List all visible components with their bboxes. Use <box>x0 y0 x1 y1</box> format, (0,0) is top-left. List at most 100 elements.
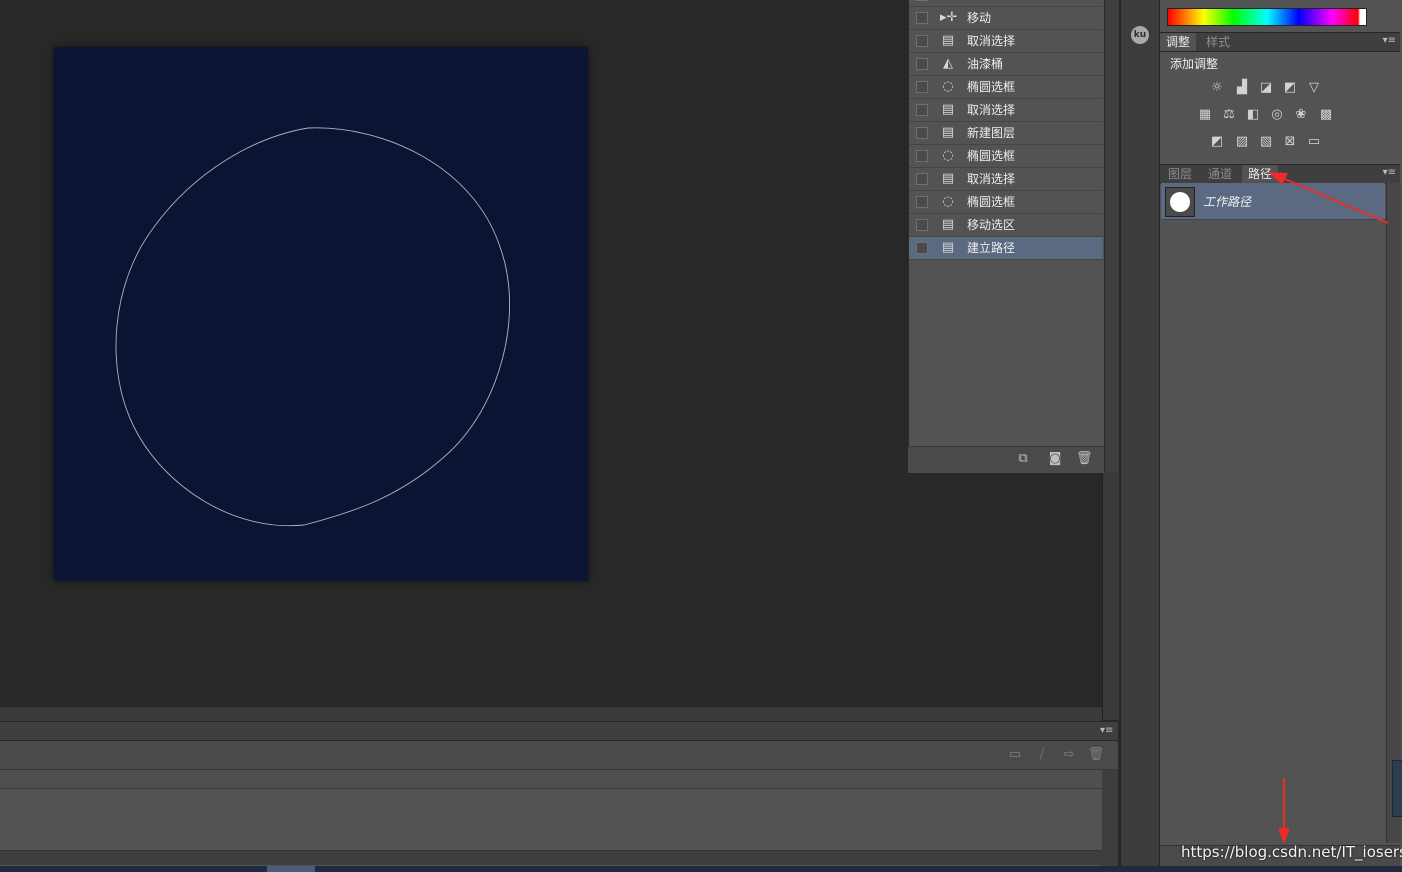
photo-filter-icon[interactable]: ◎ <box>1268 107 1286 123</box>
curves-icon[interactable]: ◪ <box>1257 80 1275 96</box>
history-item-label: 椭圆选框 <box>967 149 1016 163</box>
history-item[interactable]: ◭ 油漆桶 <box>909 53 1103 76</box>
history-item-label: 取消选择 <box>967 34 1016 48</box>
link-off-icon[interactable]: ⧸ <box>1033 747 1051 763</box>
taskbar-strip <box>0 866 1402 872</box>
exposure-icon[interactable]: ◩ <box>1281 80 1299 96</box>
annotation-arrow-to-paths-tab <box>1268 172 1389 224</box>
document-icon: ▤ <box>941 102 955 117</box>
panel-menu-icon[interactable]: ▾≡ <box>1100 725 1113 736</box>
history-snapshot-checkbox[interactable] <box>916 196 928 208</box>
history-item-label: 取消选择 <box>967 103 1016 117</box>
tab-styles[interactable]: 样式 <box>1200 33 1236 51</box>
tab-channels[interactable]: 通道 <box>1202 165 1238 183</box>
collapsed-panel-dock <box>1120 0 1160 866</box>
ellipse-marquee-icon: ◌ <box>942 79 954 94</box>
ellipse-marquee-icon: ◌ <box>940 0 956 3</box>
timeline-toolbar <box>0 741 1118 770</box>
history-item-label: 建立路径 <box>967 241 1016 255</box>
history-snapshot-checkbox[interactable] <box>916 12 928 24</box>
history-item[interactable]: ▤ 取消选择 <box>909 30 1103 53</box>
history-snapshot-checkbox[interactable] <box>916 0 928 1</box>
history-item-partial[interactable]: ◌ <box>909 0 1103 7</box>
levels-icon[interactable]: ▟ <box>1233 80 1251 96</box>
black-white-icon[interactable]: ◧ <box>1244 107 1262 123</box>
timeline-row[interactable] <box>0 770 1118 789</box>
history-item[interactable]: ◌ 椭圆选框 <box>909 76 1103 99</box>
timeline-header <box>0 722 1118 741</box>
trash-icon[interactable]: 🗑 <box>1076 451 1093 467</box>
channel-mixer-icon[interactable]: ❀ <box>1292 107 1310 123</box>
adjustments-tabbar: 调整 样式 ▾≡ <box>1160 32 1400 52</box>
tab-adjustments[interactable]: 调整 <box>1160 33 1197 51</box>
selective-color-icon[interactable]: ⊠ <box>1281 134 1299 150</box>
history-snapshot-checkbox[interactable] <box>916 81 928 93</box>
frame-icon[interactable]: ▭ <box>1006 747 1024 763</box>
color-balance-icon[interactable]: ⚖ <box>1220 107 1238 123</box>
convert-icon[interactable]: ⇨ <box>1060 747 1078 763</box>
trash-icon[interactable]: 🗑 <box>1087 747 1105 763</box>
history-panel: ◌ ▸✛ 移动 ▤ 取消选择 ◭ 油漆桶 ◌ 椭圆选框 ▤ 取消选择 ▤ 新建图… <box>908 0 1106 472</box>
history-item-label: 移动选区 <box>967 218 1016 232</box>
ellipse-marquee-icon: ◌ <box>942 194 954 209</box>
tab-layers[interactable]: 图层 <box>1162 165 1198 183</box>
invert-icon[interactable]: ◩ <box>1208 134 1226 150</box>
history-snapshot-checkbox[interactable] <box>916 173 928 185</box>
document-icon: ▤ <box>941 217 955 232</box>
history-snapshot-checkbox[interactable] <box>916 58 928 70</box>
workspace-horizontal-scrollbar[interactable] <box>0 706 1102 721</box>
add-adjustment-title: 添加调整 <box>1170 57 1219 71</box>
history-item-label: 移动 <box>967 11 992 25</box>
panel-menu-icon[interactable]: ▾≡ <box>1383 35 1396 46</box>
history-snapshot-checkbox[interactable] <box>916 127 928 139</box>
color-spectrum-bar[interactable] <box>1167 8 1367 26</box>
paths-vertical-scrollbar[interactable] <box>1386 183 1401 843</box>
history-item[interactable]: ▤ 取消选择 <box>909 99 1103 122</box>
document-icon: ▤ <box>941 33 955 48</box>
history-item-label: 新建图层 <box>967 126 1016 140</box>
history-item-label: 椭圆选框 <box>967 195 1016 209</box>
threshold-icon[interactable]: ▧ <box>1257 134 1275 150</box>
history-snapshot-checkbox[interactable] <box>916 104 928 116</box>
timeline-horizontal-scrollbar[interactable] <box>0 850 1102 865</box>
history-item[interactable]: ▸✛ 移动 <box>909 7 1103 30</box>
history-snapshot-checkbox[interactable] <box>916 219 928 231</box>
history-snapshot-checkbox[interactable] <box>916 242 928 254</box>
gradient-map-icon[interactable]: ▭ <box>1305 134 1323 150</box>
history-item[interactable]: ▤ 移动选区 <box>909 214 1103 237</box>
history-item-label: 油漆桶 <box>967 57 1004 71</box>
history-footer: ⧉ ◙ 🗑 <box>908 446 1104 473</box>
color-lookup-icon[interactable]: ▩ <box>1317 107 1335 123</box>
path-thumbnail[interactable] <box>1165 187 1195 217</box>
path-name[interactable]: 工作路径 <box>1203 193 1251 210</box>
history-vertical-scrollbar[interactable] <box>1104 0 1119 472</box>
move-arrow-icon: ▸✛ <box>940 10 958 25</box>
camera-snapshot-icon[interactable]: ◙ <box>1047 451 1063 467</box>
ku-plugin-icon[interactable]: ku <box>1131 26 1149 44</box>
taskbar-item[interactable] <box>267 866 315 872</box>
history-item[interactable]: ◌ 椭圆选框 <box>909 145 1103 168</box>
hue-saturation-icon[interactable]: ▦ <box>1196 107 1214 123</box>
vibrance-icon[interactable]: ▽ <box>1305 80 1323 96</box>
history-item[interactable]: ◌ 椭圆选框 <box>909 191 1103 214</box>
history-item[interactable]: ▤ 新建图层 <box>909 122 1103 145</box>
document-icon: ▤ <box>941 125 955 140</box>
history-snapshot-checkbox[interactable] <box>916 150 928 162</box>
posterize-icon[interactable]: ▨ <box>1233 134 1251 150</box>
timeline-vertical-scrollbar[interactable] <box>1102 770 1118 866</box>
ellipse-marquee-icon: ◌ <box>942 148 954 163</box>
new-document-from-state-icon[interactable]: ⧉ <box>1015 451 1031 467</box>
history-snapshot-checkbox[interactable] <box>916 35 928 47</box>
history-item[interactable]: ▤ 取消选择 <box>909 168 1103 191</box>
paint-bucket-icon: ◭ <box>943 56 953 71</box>
history-item-label: 椭圆选框 <box>967 80 1016 94</box>
annotation-arrow-down <box>1278 778 1290 844</box>
right-panel-column <box>1160 0 1402 866</box>
history-item-selected[interactable]: ▤ 建立路径 <box>909 237 1103 260</box>
watermark-url: https://blog.csdn.net/IT_iosers <box>1181 843 1402 861</box>
document-canvas[interactable] <box>54 47 588 581</box>
history-item-label: 取消选择 <box>967 172 1016 186</box>
circle-path-outline <box>115 127 510 527</box>
brightness-icon[interactable]: ☼ <box>1208 80 1226 96</box>
side-meter-widget <box>1392 760 1402 817</box>
